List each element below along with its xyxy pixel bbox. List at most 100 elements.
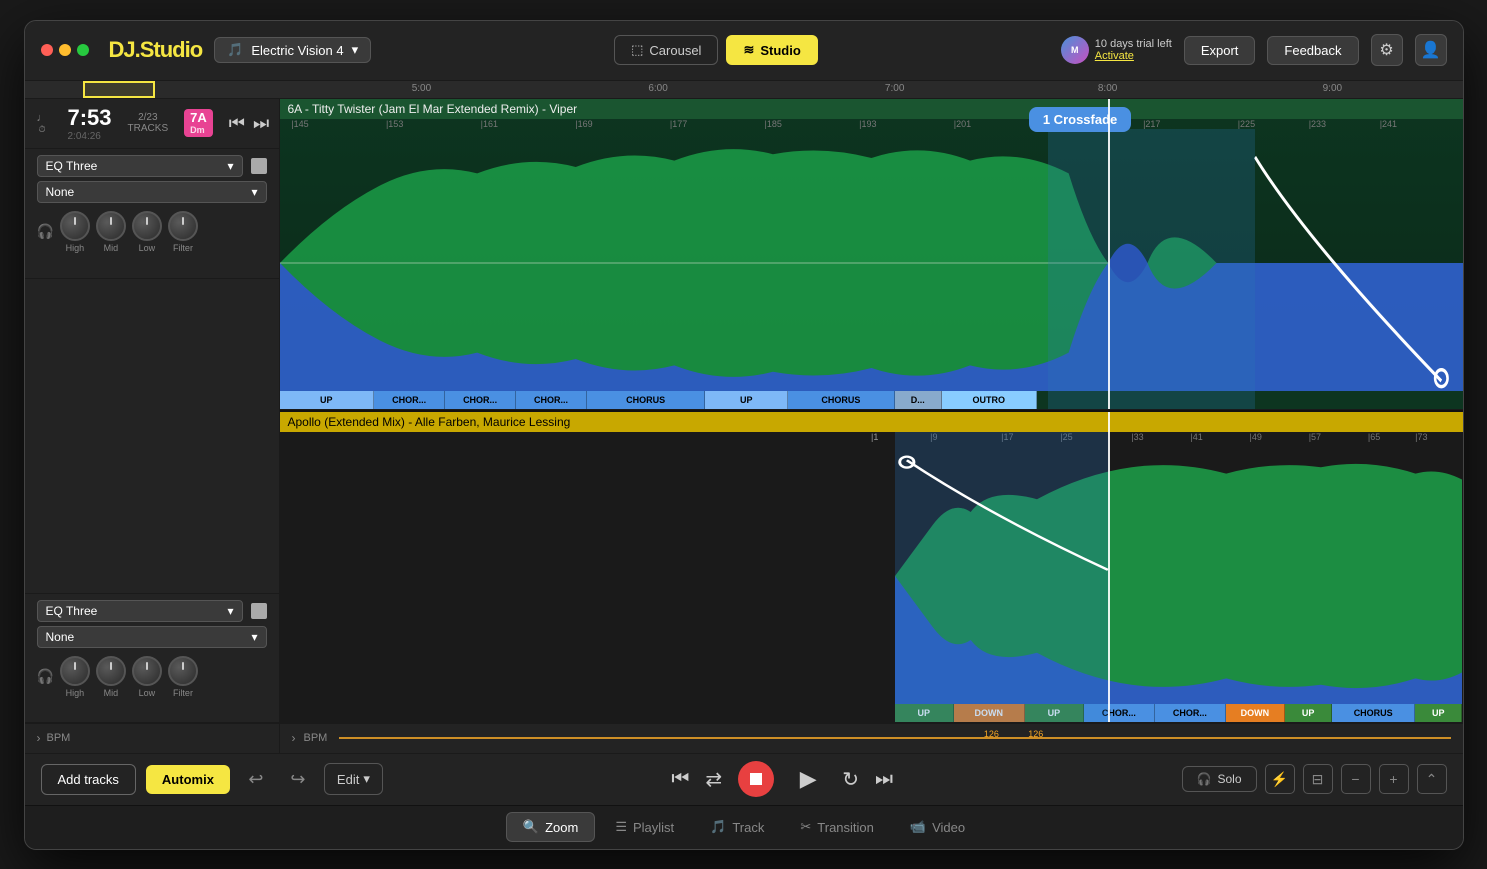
title-bar: DJ.Studio 🎵 Electric Vision 4 ▾ ⬚ Carous… bbox=[25, 21, 1463, 81]
track1-deck bbox=[251, 158, 267, 174]
track2-eq-row: EQ Three ▾ bbox=[37, 600, 267, 622]
view-icon-button[interactable]: ⊟ bbox=[1303, 764, 1333, 794]
track2-filter-knob[interactable]: Filter bbox=[168, 656, 198, 698]
track2-deck bbox=[251, 603, 267, 619]
edit-button[interactable]: Edit ▾ bbox=[324, 763, 383, 795]
track1-low-knob[interactable]: Low bbox=[132, 211, 162, 253]
tab-video[interactable]: 📹 Video bbox=[894, 813, 981, 841]
studio-icon: ≋ bbox=[743, 42, 754, 58]
track2-segments: UP DOWN UP CHOR... CHOR... DOWN UP CHORU… bbox=[280, 704, 1463, 722]
video-icon: 📹 bbox=[910, 819, 926, 835]
right-controls-bar: 🎧 Solo ⚡ ⊟ − + ⌃ bbox=[1182, 764, 1447, 794]
shuffle-button[interactable]: ⇄ bbox=[705, 767, 722, 792]
mixer-icon-button[interactable]: ⚡ bbox=[1265, 764, 1295, 794]
track1-mid-knob[interactable]: Mid bbox=[96, 211, 126, 253]
close-button[interactable] bbox=[41, 44, 53, 56]
solo-button[interactable]: 🎧 Solo bbox=[1182, 766, 1257, 792]
ruler-6: 6:00 bbox=[648, 83, 667, 94]
track1-segments: UP CHOR... CHOR... CHOR... CHORUS UP CHO… bbox=[280, 391, 1463, 409]
add-tracks-button[interactable]: Add tracks bbox=[41, 764, 136, 795]
track1-eq-section: EQ Three ▾ None ▾ 🎧 High bbox=[25, 149, 279, 279]
ruler-highlight bbox=[83, 81, 155, 98]
feedback-button[interactable]: Feedback bbox=[1267, 36, 1358, 65]
loop-button[interactable]: ↻ bbox=[842, 767, 859, 792]
playlist-icon: ☰ bbox=[615, 819, 627, 835]
ruler-7: 7:00 bbox=[885, 83, 904, 94]
right-controls: M 10 days trial left Activate Export Fee… bbox=[1061, 34, 1447, 66]
mixed-logo: M bbox=[1061, 36, 1089, 64]
play-button[interactable]: ▶ bbox=[790, 761, 826, 797]
track1-row[interactable]: 6A - Titty Twister (Jam El Mar Extended … bbox=[280, 99, 1463, 410]
crossfade-popup[interactable]: 1 Crossfade bbox=[1029, 107, 1131, 132]
project-selector-icon: 🎵 bbox=[227, 42, 243, 58]
user-button[interactable]: 👤 bbox=[1415, 34, 1447, 66]
timeline-ruler: 5:00 6:00 7:00 8:00 9:00 bbox=[25, 81, 1463, 99]
tab-track[interactable]: 🎵 Track bbox=[694, 813, 780, 841]
chevron-down-icon: ▾ bbox=[352, 42, 359, 58]
track2-measures: |1 |9 |17 |25 |33 |41 |49 |57 |65 |73 |8… bbox=[280, 430, 1463, 448]
bpm-expand-btn[interactable]: › bbox=[292, 731, 296, 745]
track2-low-knob[interactable]: Low bbox=[132, 656, 162, 698]
expand-button[interactable]: ⌃ bbox=[1417, 764, 1447, 794]
project-name: Electric Vision 4 bbox=[251, 43, 343, 58]
record-icon bbox=[750, 773, 762, 785]
app-logo: DJ.Studio bbox=[109, 37, 203, 63]
bottom-tabs: 🔍 Zoom ☰ Playlist 🎵 Track ✂ Transition 📹… bbox=[25, 805, 1463, 849]
zoom-icon: 🔍 bbox=[523, 819, 539, 835]
skip-back-button[interactable]: ⏮ bbox=[229, 113, 245, 134]
zoom-in-button[interactable]: + bbox=[1379, 764, 1409, 794]
activate-link[interactable]: Activate bbox=[1095, 50, 1172, 62]
tab-transition[interactable]: ✂ Transition bbox=[784, 813, 890, 841]
project-selector[interactable]: 🎵 Electric Vision 4 ▾ bbox=[214, 37, 371, 63]
transport-controls: ⏮ ⇄ ▶ ↻ ⏭ bbox=[393, 761, 1172, 797]
bpm-expand-icon[interactable]: › bbox=[37, 731, 41, 745]
chevron-down-icon: ▾ bbox=[227, 159, 233, 173]
headphone-icon: 🎧 bbox=[1197, 772, 1212, 786]
ruler-9: 9:00 bbox=[1323, 83, 1342, 94]
bpm-bar: › BPM 126 126 bbox=[280, 723, 1463, 753]
key-badge: 7A Dm bbox=[184, 109, 213, 137]
track1-high-knob[interactable]: High bbox=[60, 211, 90, 253]
track2-fx-row: None ▾ bbox=[37, 626, 267, 648]
traffic-lights bbox=[41, 44, 89, 56]
chevron-down-icon: ▾ bbox=[251, 630, 257, 644]
settings-button[interactable]: ⚙ bbox=[1371, 34, 1403, 66]
export-button[interactable]: Export bbox=[1184, 36, 1256, 65]
headphone-icon[interactable]: 🎧 bbox=[37, 223, 54, 240]
track1-filter-knob[interactable]: Filter bbox=[168, 211, 198, 253]
skip-forward-button[interactable]: ⏭ bbox=[253, 113, 269, 134]
carousel-icon: ⬚ bbox=[631, 42, 643, 58]
track1-eq-row: EQ Three ▾ bbox=[37, 155, 267, 177]
track1-fx-select[interactable]: None ▾ bbox=[37, 181, 267, 203]
time-info: ♩ ⏱ 7:53 2:04:26 2/23 TRACKS 7A Dm ⏮ ⏭ bbox=[25, 99, 279, 149]
minimize-button[interactable] bbox=[59, 44, 71, 56]
track1-fx-row: None ▾ bbox=[37, 181, 267, 203]
tab-playlist[interactable]: ☰ Playlist bbox=[599, 813, 690, 841]
bpm-label: BPM bbox=[304, 732, 328, 744]
fullscreen-button[interactable] bbox=[77, 44, 89, 56]
headphone-icon[interactable]: 🎧 bbox=[37, 668, 54, 685]
skip-to-end-button[interactable]: ⏭ bbox=[875, 768, 893, 791]
tracks-wrapper: 6A - Titty Twister (Jam El Mar Extended … bbox=[280, 99, 1463, 753]
studio-button[interactable]: ≋ Studio bbox=[726, 35, 817, 65]
carousel-button[interactable]: ⬚ Carousel bbox=[614, 35, 718, 65]
track1-eq-select[interactable]: EQ Three ▾ bbox=[37, 155, 243, 177]
left-bpm: › BPM bbox=[25, 723, 279, 753]
track2-row[interactable]: Apollo (Extended Mix) - Alle Farben, Mau… bbox=[280, 412, 1463, 723]
record-button[interactable] bbox=[738, 761, 774, 797]
track1-waveform bbox=[280, 135, 1463, 391]
tab-zoom[interactable]: 🔍 Zoom bbox=[506, 812, 595, 842]
track2-fx-select[interactable]: None ▾ bbox=[37, 626, 267, 648]
redo-button[interactable]: ↪ bbox=[282, 763, 314, 795]
zoom-out-button[interactable]: − bbox=[1341, 764, 1371, 794]
mode-controls: ⬚ Carousel ≋ Studio bbox=[383, 35, 1049, 65]
track2-high-knob[interactable]: High bbox=[60, 656, 90, 698]
transition-icon: ✂ bbox=[800, 819, 811, 835]
skip-to-start-button[interactable]: ⏮ bbox=[671, 768, 689, 791]
track2-eq-select[interactable]: EQ Three ▾ bbox=[37, 600, 243, 622]
nav-buttons: ⏮ ⏭ bbox=[229, 113, 269, 134]
ruler-8: 8:00 bbox=[1098, 83, 1117, 94]
automix-button[interactable]: Automix bbox=[146, 765, 230, 794]
undo-button[interactable]: ↩ bbox=[240, 763, 272, 795]
track2-mid-knob[interactable]: Mid bbox=[96, 656, 126, 698]
